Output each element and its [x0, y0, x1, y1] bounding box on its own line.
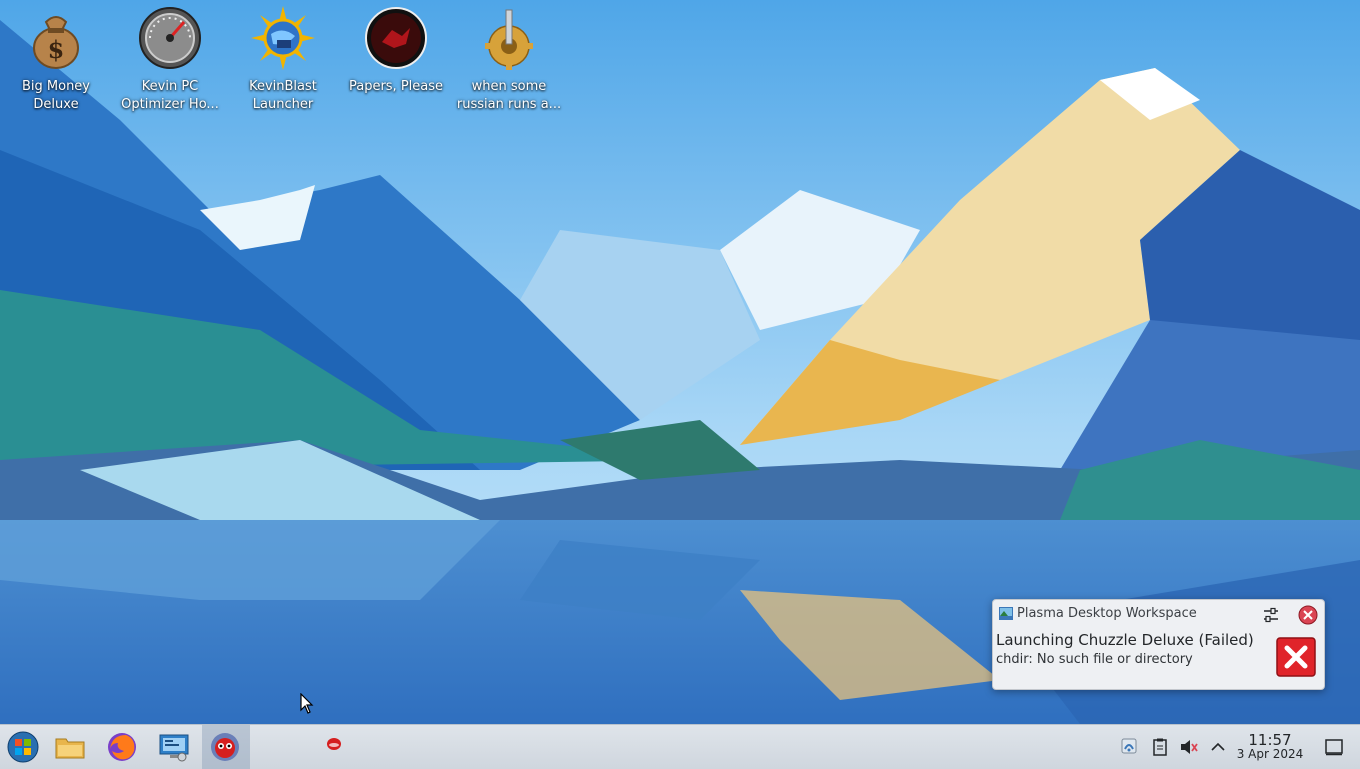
desktop-icon-label: Big Money Deluxe	[21, 79, 90, 112]
desktop-icon-when-some-russian[interactable]: when some russian runs a...	[453, 6, 565, 114]
plasma-icon	[999, 607, 1013, 620]
mouse-cursor-icon	[300, 693, 314, 714]
close-icon[interactable]	[1298, 605, 1318, 625]
svg-text:$: $	[48, 35, 65, 64]
firefox-icon	[108, 733, 136, 761]
chuzzle-loading-icon	[327, 738, 341, 750]
chuzzle-task-button[interactable]	[202, 725, 250, 769]
notification-app-name: Plasma Desktop Workspace	[1017, 606, 1197, 621]
desktop-icon-label: Kevin PC Optimizer Ho...	[121, 79, 219, 112]
start-menu-button[interactable]	[0, 725, 46, 769]
file-manager-button[interactable]	[47, 725, 93, 769]
chevron-up-icon[interactable]	[1208, 737, 1228, 757]
sun-globe-icon	[251, 6, 315, 70]
desktop-icon-label: KevinBlast Launcher	[249, 79, 317, 112]
taskbar	[0, 724, 1360, 769]
error-icon	[1276, 637, 1316, 677]
desktop-icon-label: Papers, Please	[348, 79, 444, 94]
speedometer-icon	[139, 7, 201, 69]
network-icon[interactable]	[1119, 737, 1139, 757]
money-bag-icon: $	[33, 16, 79, 69]
firefox-button[interactable]	[99, 725, 145, 769]
volume-muted-icon[interactable]	[1179, 737, 1199, 757]
desktop-icon-kevinblast-launcher[interactable]: KevinBlast Launcher	[227, 6, 339, 114]
papers-please-seal-icon	[365, 7, 427, 69]
notification-header: Plasma Desktop Workspace	[999, 605, 1318, 625]
folder-icon	[55, 738, 85, 759]
desktop-icon-kevin-pc-optimizer[interactable]: Kevin PC Optimizer Ho...	[114, 6, 226, 114]
clipboard-icon[interactable]	[1150, 737, 1170, 757]
gear-joystick-icon	[485, 9, 533, 70]
notification-popup[interactable]: Plasma Desktop Workspace Launching Chuzz…	[992, 599, 1325, 690]
desktop-icon-big-money-deluxe[interactable]: $ Big Money Deluxe	[0, 6, 112, 114]
notification-title: Launching Chuzzle Deluxe (Failed)	[996, 631, 1254, 649]
desktop-icon-papers-please[interactable]: Papers, Please	[340, 6, 452, 96]
chuzzle-icon	[211, 733, 239, 761]
clock-date: 3 Apr 2024	[1236, 747, 1304, 761]
start-orb-icon	[7, 731, 39, 763]
monitor-settings-icon	[159, 734, 189, 762]
system-settings-button[interactable]	[151, 725, 197, 769]
desktop-icon-label: when some russian runs a...	[456, 79, 562, 112]
configure-icon[interactable]	[1262, 607, 1280, 623]
notification-body: chdir: No such file or directory	[996, 652, 1193, 667]
show-desktop-icon[interactable]	[1324, 737, 1344, 757]
